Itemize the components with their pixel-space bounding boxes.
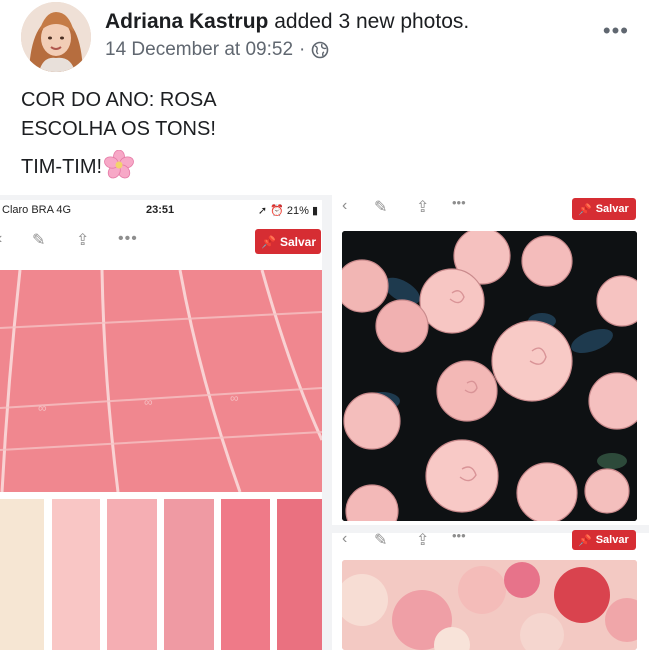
swatch xyxy=(107,499,157,650)
pin-icon: 📌 xyxy=(261,234,276,249)
post-header: Adriana Kastrup added 3 new photos. 14 D… xyxy=(0,0,649,80)
save-button: 📌 Salvar xyxy=(572,198,636,220)
pin-icon: 📌 xyxy=(578,203,592,216)
light-roses-image xyxy=(342,560,637,650)
author-name[interactable]: Adriana Kastrup xyxy=(105,10,268,33)
color-swatches xyxy=(0,499,322,650)
back-icon: ‹ xyxy=(342,530,348,547)
share-icon: ⇪ xyxy=(76,232,90,249)
svg-text:∞: ∞ xyxy=(144,395,153,409)
post-text-line: COR DO ANO: ROSA xyxy=(21,89,217,111)
dots-icon: ••• xyxy=(118,230,138,247)
post-text-line: TIM-TIM! xyxy=(21,156,103,178)
post-action: added 3 new photos. xyxy=(274,10,470,33)
avatar[interactable] xyxy=(21,2,91,72)
swatch xyxy=(0,499,44,650)
running-track-image: ∞ ∞ ∞ xyxy=(0,270,322,492)
swatch xyxy=(52,499,100,650)
svg-text:∞: ∞ xyxy=(38,401,47,415)
swatch xyxy=(221,499,270,650)
share-icon: ⇪ xyxy=(416,199,430,216)
pin-icon: 📌 xyxy=(578,534,592,547)
status-bar: Claro BRA 4G 23:51 ➚ ⏰ 21% ▮ xyxy=(0,200,322,220)
pencil-icon: ✎ xyxy=(32,232,46,249)
battery-label: ➚ ⏰ 21% ▮ xyxy=(257,205,318,217)
save-label: Salvar xyxy=(595,203,629,215)
post-text-line: ESCOLHA OS TONS! xyxy=(21,118,216,140)
battery-percent: 21% xyxy=(286,205,309,217)
save-label: Salvar xyxy=(279,234,316,249)
dots-icon: ••• xyxy=(452,528,466,543)
post-timestamp[interactable]: 14 December at 09:52 xyxy=(105,39,293,61)
dark-roses-image xyxy=(342,231,637,521)
globe-icon xyxy=(311,41,329,59)
back-icon: ‹ xyxy=(342,197,348,214)
photo-right[interactable]: ‹ ✎ ⇪ ••• 📌 Salvar ‹ ✎ ⇪ ••• 📌 Salvar xyxy=(332,195,649,650)
save-label: Salvar xyxy=(595,534,629,546)
save-button: 📌 Salvar xyxy=(255,229,321,254)
svg-text:∞: ∞ xyxy=(230,391,239,405)
pencil-icon: ✎ xyxy=(374,199,388,216)
more-options-button[interactable]: ••• xyxy=(603,18,629,44)
photo-grid: Claro BRA 4G 23:51 ➚ ⏰ 21% ▮ ‹ ✎ ⇪ ••• 📌… xyxy=(0,195,649,650)
carrier-label: Claro BRA 4G xyxy=(2,204,72,216)
back-icon: ‹ xyxy=(0,230,2,248)
cherry-blossom-icon xyxy=(104,149,134,180)
save-button: 📌 Salvar xyxy=(572,530,636,550)
swatch xyxy=(277,499,322,650)
meta-separator: · xyxy=(299,39,306,60)
pencil-icon: ✎ xyxy=(374,532,388,549)
post-text: COR DO ANO: ROSA ESCOLHA OS TONS! TIM-TI… xyxy=(21,86,217,182)
clock-label: 23:51 xyxy=(146,204,175,216)
photo-left[interactable]: Claro BRA 4G 23:51 ➚ ⏰ 21% ▮ ‹ ✎ ⇪ ••• 📌… xyxy=(0,200,322,650)
dots-icon: ••• xyxy=(452,195,466,210)
share-icon: ⇪ xyxy=(416,532,430,549)
swatch xyxy=(164,499,214,650)
